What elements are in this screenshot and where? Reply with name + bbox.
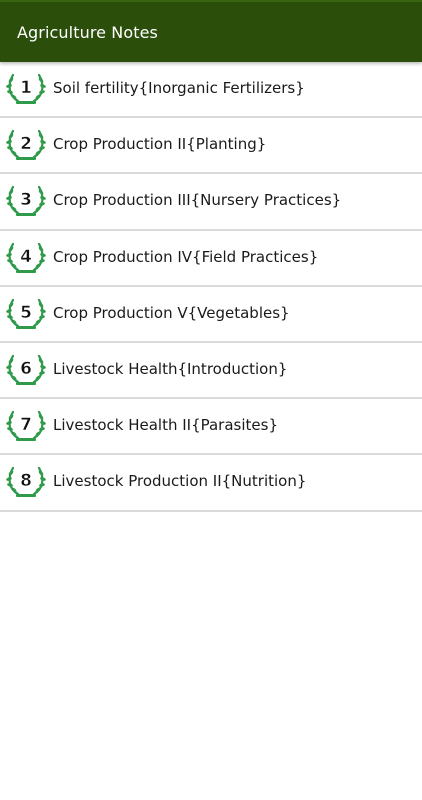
badge-number: 4 bbox=[20, 247, 32, 267]
list-item-6[interactable]: 6 Livestock Health{Introduction} bbox=[0, 343, 422, 400]
list-item-1[interactable]: 1 Soil fertility{Inorganic Fertilizers} bbox=[0, 62, 422, 119]
list-item-label: Livestock Health{Introduction} bbox=[53, 359, 288, 378]
list-item-2[interactable]: 2 Crop Production II{Planting} bbox=[0, 118, 422, 175]
list-item-label: Crop Production II{Planting} bbox=[53, 135, 267, 154]
laurel-wreath-badge-icon: 1 bbox=[4, 68, 48, 108]
list-item-label: Crop Production V{Vegetables} bbox=[53, 303, 290, 322]
laurel-wreath-badge-icon: 3 bbox=[4, 180, 48, 220]
list-item-4[interactable]: 4 Crop Production IV{Field Practices} bbox=[0, 231, 422, 287]
badge-number: 3 bbox=[20, 190, 32, 210]
app-bar: Agriculture Notes bbox=[0, 0, 422, 62]
list-item-7[interactable]: 7 Livestock Health II{Parasites} bbox=[0, 399, 422, 456]
laurel-wreath-badge-icon: 6 bbox=[4, 349, 48, 389]
badge-number: 1 bbox=[20, 78, 32, 98]
app-title: Agriculture Notes bbox=[17, 23, 158, 42]
list-item-3[interactable]: 3 Crop Production III{Nursery Practices} bbox=[0, 174, 422, 231]
list-item-8[interactable]: 8 Livestock Production II{Nutrition} bbox=[0, 455, 422, 512]
laurel-wreath-badge-icon: 8 bbox=[4, 461, 48, 501]
laurel-wreath-badge-icon: 4 bbox=[4, 237, 48, 277]
badge-number: 5 bbox=[20, 303, 32, 323]
list-item-label: Crop Production IV{Field Practices} bbox=[53, 247, 319, 266]
laurel-wreath-badge-icon: 2 bbox=[4, 124, 48, 164]
badge-number: 8 bbox=[20, 471, 32, 491]
list-item-5[interactable]: 5 Crop Production V{Vegetables} bbox=[0, 287, 422, 343]
badge-number: 6 bbox=[20, 359, 32, 379]
notes-list: 1 Soil fertility{Inorganic Fertilizers} bbox=[0, 62, 422, 512]
laurel-wreath-badge-icon: 7 bbox=[4, 405, 48, 445]
laurel-wreath-badge-icon: 5 bbox=[4, 293, 48, 333]
badge-number: 7 bbox=[20, 415, 32, 435]
list-item-label: Crop Production III{Nursery Practices} bbox=[53, 191, 342, 210]
list-item-label: Soil fertility{Inorganic Fertilizers} bbox=[53, 79, 305, 97]
list-item-label: Livestock Health II{Parasites} bbox=[53, 416, 278, 435]
list-item-label: Livestock Production II{Nutrition} bbox=[53, 472, 307, 491]
badge-number: 2 bbox=[20, 134, 32, 154]
